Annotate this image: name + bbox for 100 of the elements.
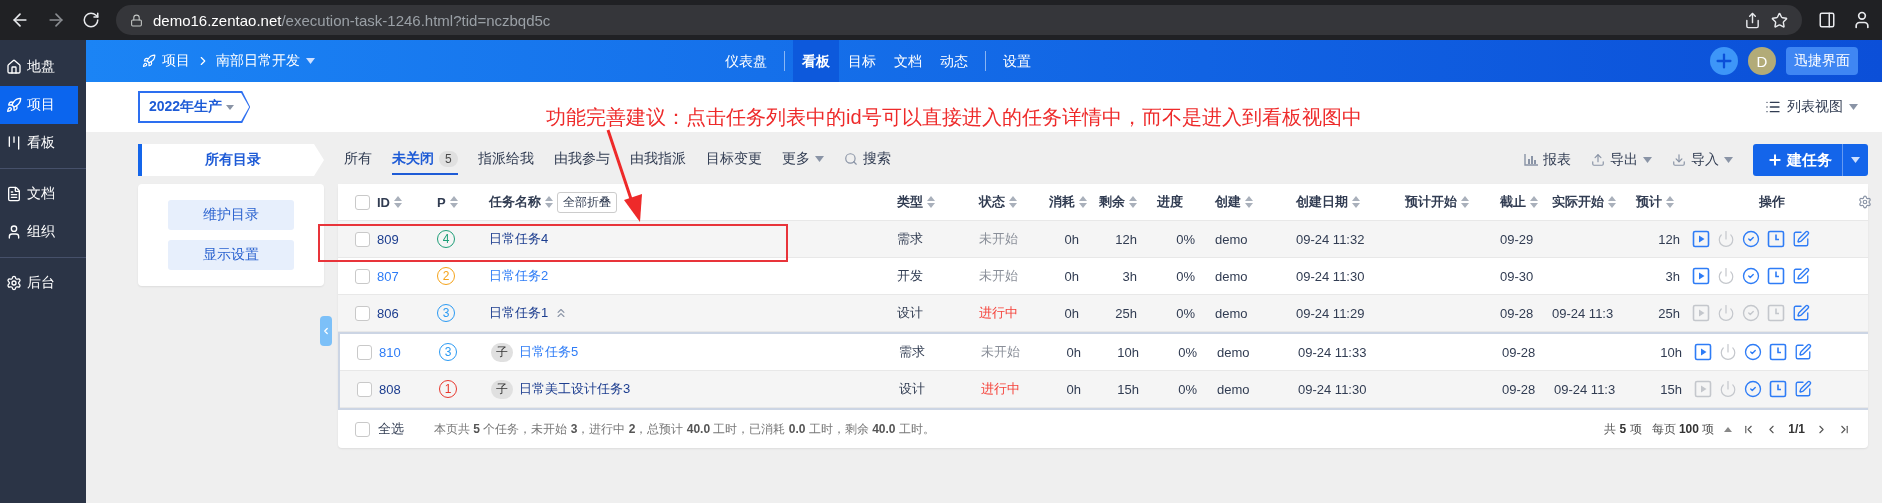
export-dropdown[interactable]: 导出: [1591, 151, 1652, 169]
row-checkbox[interactable]: [355, 231, 370, 247]
column-header[interactable]: 状态: [979, 193, 1017, 211]
settings-icon[interactable]: [1858, 195, 1872, 209]
clock-icon[interactable]: [1769, 380, 1787, 398]
column-header[interactable]: P: [437, 194, 458, 210]
row-checkbox[interactable]: [355, 305, 370, 321]
check-icon[interactable]: [1744, 380, 1762, 398]
share-icon[interactable]: [1744, 11, 1761, 29]
task-name-link[interactable]: 日常任务5: [519, 343, 579, 361]
task-name-link[interactable]: 日常任务4: [489, 230, 549, 248]
play-icon[interactable]: [1692, 230, 1710, 248]
filter-tab[interactable]: 未关闭 5: [392, 145, 458, 175]
task-id-link[interactable]: 808: [379, 381, 439, 397]
sort-icon[interactable]: [1009, 196, 1017, 208]
nav-tab[interactable]: 看板: [793, 40, 839, 82]
star-icon[interactable]: [1771, 11, 1788, 29]
play-icon[interactable]: [1694, 343, 1712, 361]
breadcrumb-link[interactable]: 项目: [162, 52, 190, 70]
task-name-link[interactable]: 日常任务1: [489, 304, 549, 322]
edit-icon[interactable]: [1794, 343, 1812, 361]
sort-icon[interactable]: [1608, 196, 1616, 208]
sort-icon[interactable]: [1461, 196, 1469, 208]
create-task-button[interactable]: 建任务: [1753, 144, 1868, 176]
task-id-link[interactable]: 810: [379, 344, 439, 360]
side-panel-icon[interactable]: [1818, 11, 1836, 29]
sidebar-item[interactable]: 地盘: [0, 48, 78, 86]
search-button[interactable]: 搜索: [843, 145, 891, 175]
sidebar-item[interactable]: 项目: [0, 86, 78, 124]
column-header[interactable]: 截止: [1500, 193, 1538, 211]
play-icon[interactable]: [1692, 267, 1710, 285]
view-switcher[interactable]: 列表视图: [1765, 98, 1858, 116]
filter-tab[interactable]: 所有: [344, 145, 372, 175]
row-checkbox[interactable]: [355, 268, 370, 284]
column-header[interactable]: ID: [377, 194, 402, 210]
edit-icon[interactable]: [1792, 267, 1810, 285]
task-name-link[interactable]: 日常任务2: [489, 267, 549, 285]
edit-icon[interactable]: [1794, 380, 1812, 398]
column-header[interactable]: 类型: [897, 193, 935, 211]
column-header[interactable]: 创建: [1215, 193, 1253, 211]
collapse-all-button[interactable]: 全部折叠: [557, 191, 617, 213]
task-id-link[interactable]: 809: [377, 231, 437, 247]
filter-tab[interactable]: 由我指派: [629, 145, 686, 175]
nav-tab[interactable]: 仪表盘: [716, 40, 776, 82]
sidebar-item[interactable]: 后台: [0, 264, 78, 302]
clock-icon[interactable]: [1767, 267, 1785, 285]
execution-selector[interactable]: 2022年生产: [138, 91, 251, 123]
quick-ui-button[interactable]: 迅捷界面: [1786, 47, 1858, 75]
catalog-button[interactable]: 显示设置: [168, 240, 294, 270]
check-icon[interactable]: [1742, 267, 1760, 285]
row-checkbox[interactable]: [357, 381, 372, 397]
task-id-link[interactable]: 807: [377, 268, 437, 284]
address-bar[interactable]: demo16.zentao.net/execution-task-1246.html?tid=nczbqd5c: [116, 5, 1802, 35]
clock-icon[interactable]: [1769, 343, 1787, 361]
nav-tab[interactable]: 设置: [994, 40, 1040, 82]
sort-icon[interactable]: [1245, 196, 1253, 208]
profile-icon[interactable]: [1852, 10, 1872, 30]
more-dropdown[interactable]: 更多: [781, 145, 824, 175]
sort-icon[interactable]: [1129, 196, 1137, 208]
check-icon[interactable]: [1742, 230, 1760, 248]
sort-icon[interactable]: [394, 196, 402, 208]
column-header[interactable]: 消耗: [1049, 193, 1087, 211]
add-button[interactable]: [1710, 47, 1738, 75]
sidebar-item[interactable]: 文档: [0, 175, 78, 213]
column-header[interactable]: 预计开始: [1405, 193, 1469, 211]
select-all-label[interactable]: 全选: [378, 420, 404, 438]
page-size-selector[interactable]: 每页 100 项: [1651, 420, 1715, 438]
sort-icon[interactable]: [1666, 196, 1674, 208]
nav-tab[interactable]: 文档: [885, 40, 931, 82]
select-all-checkbox[interactable]: [355, 421, 370, 437]
sort-icon[interactable]: [1079, 196, 1087, 208]
check-icon[interactable]: [1744, 343, 1762, 361]
header-checkbox[interactable]: [355, 194, 370, 210]
clock-icon[interactable]: [1767, 230, 1785, 248]
edit-icon[interactable]: [1792, 230, 1810, 248]
nav-tab[interactable]: 动态: [931, 40, 977, 82]
sort-icon[interactable]: [927, 196, 935, 208]
nav-tab[interactable]: 目标: [839, 40, 885, 82]
project-switcher[interactable]: 南部日常开发: [216, 52, 300, 70]
column-header[interactable]: 剩余: [1099, 193, 1137, 211]
reload-icon[interactable]: [82, 11, 100, 29]
catalog-tab[interactable]: 所有目录: [138, 144, 324, 176]
filter-tab[interactable]: 目标变更: [705, 145, 762, 175]
sidebar-item[interactable]: 组织: [0, 213, 78, 251]
sort-icon[interactable]: [1530, 196, 1538, 208]
import-dropdown[interactable]: 导入: [1672, 151, 1733, 169]
sort-icon[interactable]: [545, 196, 553, 208]
filter-tab[interactable]: 由我参与: [553, 145, 610, 175]
sidebar-item[interactable]: 看板: [0, 124, 78, 162]
column-header[interactable]: 实际开始: [1552, 193, 1616, 211]
catalog-button[interactable]: 维护目录: [168, 200, 294, 230]
sort-icon[interactable]: [449, 196, 458, 208]
edit-icon[interactable]: [1792, 304, 1810, 322]
report-button[interactable]: 报表: [1524, 151, 1571, 169]
column-header[interactable]: 创建日期: [1296, 193, 1360, 211]
row-checkbox[interactable]: [357, 344, 372, 360]
task-name-link[interactable]: 日常美工设计任务3: [519, 380, 631, 398]
column-header[interactable]: 预计: [1636, 193, 1674, 211]
filter-tab[interactable]: 指派给我: [477, 145, 534, 175]
sort-icon[interactable]: [1352, 196, 1360, 208]
